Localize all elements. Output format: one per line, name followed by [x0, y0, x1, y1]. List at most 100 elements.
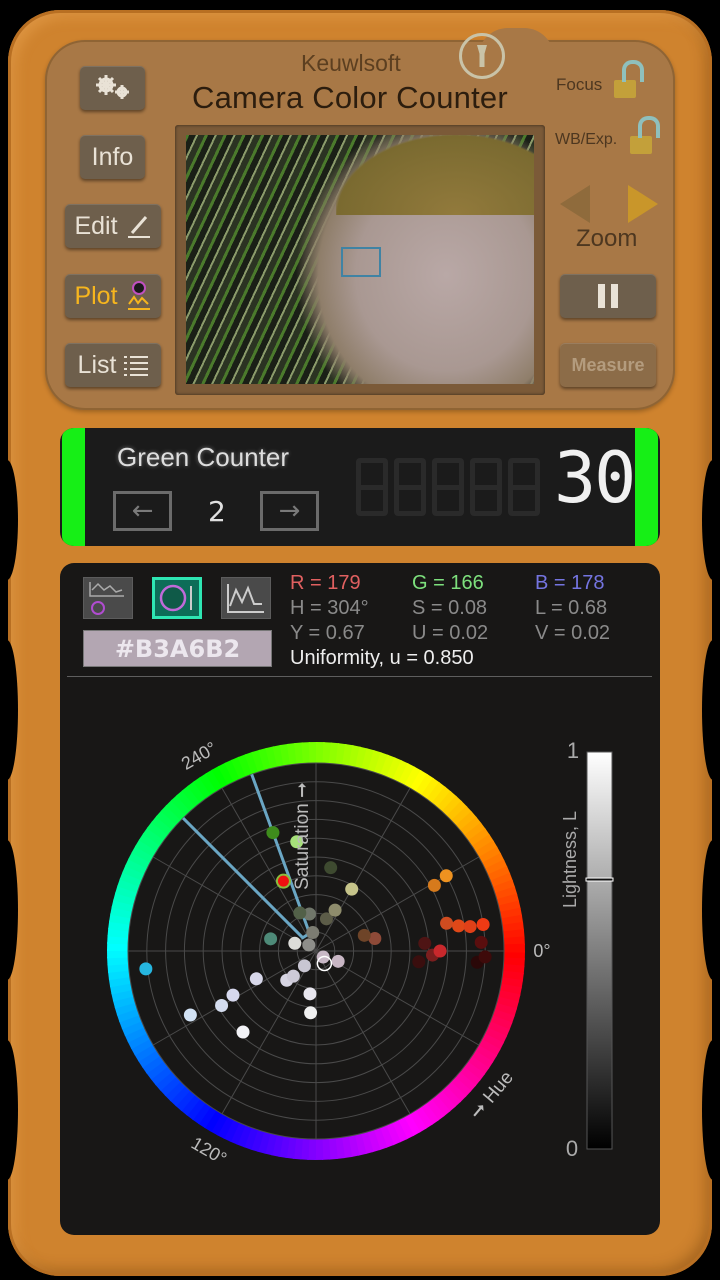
wb-exp-label: WB/Exp. [555, 131, 618, 148]
arrow-left-icon: ← [131, 496, 154, 526]
data-point [328, 903, 342, 917]
data-point [215, 999, 229, 1013]
pause-button[interactable] [560, 274, 656, 318]
data-point [463, 920, 477, 934]
case-edge [702, 840, 720, 980]
data-point [440, 916, 454, 930]
luma-value: Y = 0.67 [290, 622, 365, 644]
data-point [474, 935, 488, 949]
next-counter-button[interactable]: → [260, 491, 319, 531]
list-icon [124, 356, 149, 376]
data-point [302, 938, 316, 952]
case-edge [702, 1040, 720, 1180]
gears-icon [95, 75, 129, 99]
data-point [286, 969, 300, 983]
hue-saturation-chart[interactable]: 0°120°240°Saturation ➞➞ Hue 1 0 Lightnes… [60, 680, 660, 1220]
prev-counter-button[interactable]: ← [113, 491, 172, 531]
green-value: G = 166 [412, 572, 484, 594]
list-label: List [77, 350, 117, 379]
hue-wheel-button[interactable] [152, 577, 202, 619]
zoom-in-icon[interactable] [628, 185, 658, 223]
zoom-out-icon[interactable] [560, 185, 590, 223]
arrow-right-icon: → [278, 496, 301, 526]
data-point [418, 936, 432, 950]
data-point [433, 944, 447, 958]
plot-button[interactable]: Plot [65, 274, 161, 318]
blue-value: B = 178 [535, 572, 605, 594]
data-point [345, 882, 359, 896]
data-point [357, 928, 371, 942]
counter-accent-right [635, 428, 658, 546]
data-point [293, 906, 307, 920]
uniformity-value: Uniformity, u = 0.850 [290, 647, 474, 669]
info-label: Info [91, 142, 134, 171]
data-point [303, 987, 317, 1001]
info-button[interactable]: Info [80, 135, 145, 179]
data-point [266, 826, 280, 840]
measure-label: Measure [571, 354, 645, 375]
data-point [275, 873, 291, 889]
plot-label: Plot [74, 281, 118, 310]
edit-button[interactable]: Edit [65, 204, 161, 248]
lightness-marker [585, 877, 614, 882]
data-point [236, 1025, 250, 1039]
measure-button[interactable]: Measure [560, 343, 656, 387]
saturation-value: S = 0.08 [412, 597, 488, 619]
sample-region[interactable] [341, 247, 381, 277]
data-point [249, 972, 263, 986]
combined-plot-button[interactable] [83, 577, 133, 619]
lightness-value: L = 0.68 [535, 597, 608, 619]
data-point [439, 869, 453, 883]
pause-icon [598, 284, 618, 308]
hue-value: H = 304° [290, 597, 369, 619]
edit-label: Edit [74, 211, 118, 240]
line-plot-button[interactable] [221, 577, 271, 619]
data-point [324, 861, 338, 875]
hue-spoke [221, 950, 317, 1115]
lightness-axis-label: Lightness, L [560, 811, 580, 908]
focus-label: Focus [556, 75, 603, 94]
data-point [412, 955, 426, 969]
case-edge [702, 640, 720, 780]
hue-tick-240: 240° [178, 738, 220, 774]
flashlight-icon[interactable] [459, 33, 505, 79]
data-point [297, 959, 311, 973]
counter-display: Green Counter ← 2 → 30 [60, 428, 660, 546]
divider [67, 676, 652, 677]
counter-index: 2 [208, 495, 226, 528]
data-point [478, 950, 492, 964]
lightness-bar [586, 751, 613, 1150]
lightness-max-label: 1 [567, 738, 579, 763]
line-plot-icon [227, 584, 264, 613]
saturation-axis-label: Saturation ➞ [292, 782, 313, 890]
app-title: Camera Color Counter [192, 80, 508, 115]
hue-ring-segment [503, 943, 525, 953]
pencil-icon [127, 216, 150, 238]
count-value: 30 [554, 437, 636, 519]
data-point [288, 936, 302, 950]
lightness-min-label: 0 [566, 1136, 578, 1161]
data-point [226, 988, 240, 1002]
counter-name[interactable]: Green Counter [117, 442, 289, 473]
case-edge [702, 460, 720, 580]
data-point [331, 954, 345, 968]
hue-tick-0: 0° [533, 941, 550, 961]
v-value: V = 0.02 [535, 622, 611, 644]
plot-icon [127, 281, 150, 310]
red-value: R = 179 [290, 572, 361, 594]
brand-name: Keuwlsoft [301, 50, 401, 76]
data-point [452, 919, 466, 933]
hue-wheel-icon [159, 584, 192, 612]
focus-unlocked-icon[interactable] [614, 60, 644, 98]
list-button[interactable]: List [65, 343, 161, 387]
data-point [476, 918, 490, 932]
settings-button[interactable] [80, 66, 145, 110]
color-hex-swatch: #B3A6B2 [84, 631, 271, 666]
wb-unlocked-icon[interactable] [630, 116, 660, 154]
hue-spoke [315, 856, 480, 952]
zoom-label: Zoom [576, 225, 638, 252]
u-value: U = 0.02 [412, 622, 489, 644]
data-point [427, 878, 441, 892]
digit-placeholders [356, 458, 540, 516]
data-point [264, 932, 278, 946]
